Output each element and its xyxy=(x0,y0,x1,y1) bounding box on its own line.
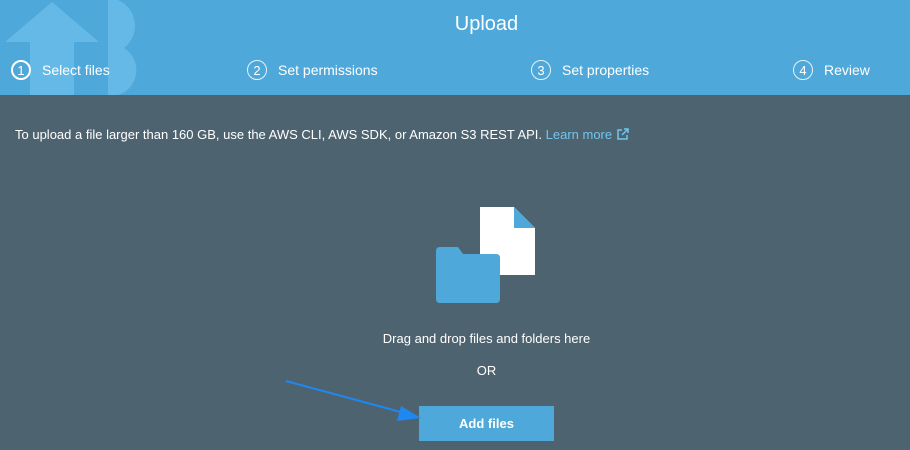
upload-illustration xyxy=(436,207,535,303)
external-link-icon xyxy=(617,128,629,140)
drop-instructions: Drag and drop files and folders here xyxy=(382,331,591,346)
step-review[interactable]: 4 Review xyxy=(793,60,870,80)
add-files-button[interactable]: Add files xyxy=(419,406,554,441)
step-number: 1 xyxy=(11,60,31,80)
wizard-header: Upload 1 Select files 2 Set permissions … xyxy=(0,0,910,95)
learn-more-link[interactable]: Learn more xyxy=(546,127,629,142)
size-notice: To upload a file larger than 160 GB, use… xyxy=(15,127,629,142)
annotation-arrow xyxy=(285,380,421,421)
step-set-permissions[interactable]: 2 Set permissions xyxy=(247,60,378,80)
learn-more-label: Learn more xyxy=(545,127,613,142)
step-number: 2 xyxy=(247,60,267,80)
step-label: Review xyxy=(824,62,870,78)
notice-text: To upload a file larger than 160 GB, use… xyxy=(15,127,543,142)
step-label: Set permissions xyxy=(278,62,378,78)
or-separator: OR xyxy=(476,363,497,378)
step-select-files[interactable]: 1 Select files xyxy=(11,60,110,80)
step-label: Select files xyxy=(42,62,110,78)
page-title: Upload xyxy=(454,13,519,35)
upload-drop-zone[interactable]: To upload a file larger than 160 GB, use… xyxy=(0,95,910,450)
step-number: 3 xyxy=(531,60,551,80)
folder-icon xyxy=(436,247,500,303)
step-set-properties[interactable]: 3 Set properties xyxy=(531,60,649,80)
step-label: Set properties xyxy=(562,62,650,78)
step-number: 4 xyxy=(793,60,813,80)
